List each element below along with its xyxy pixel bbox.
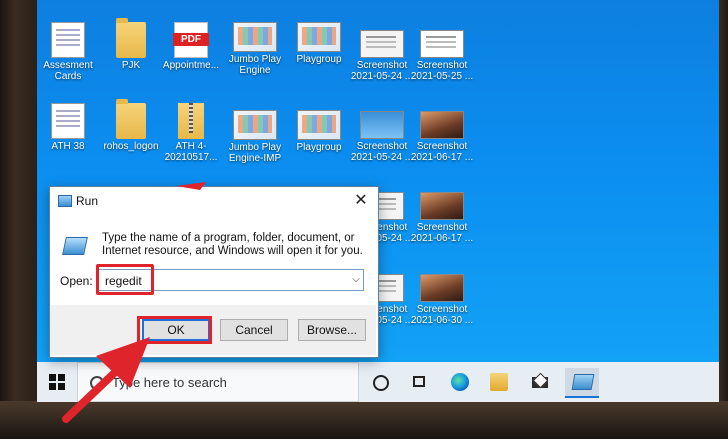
annotation-arrow-icon xyxy=(62,182,206,423)
screenshot-stage: Assesment Cards PJK PDF Appointme... Jum… xyxy=(0,0,728,439)
